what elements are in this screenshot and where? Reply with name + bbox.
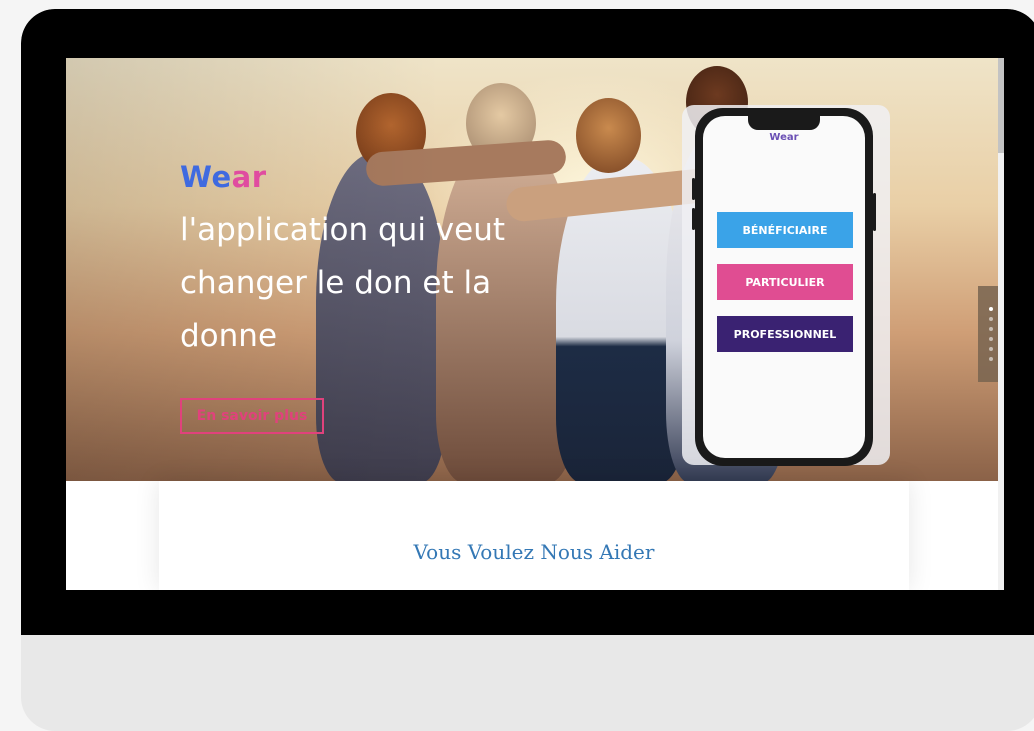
brand-part-we: We xyxy=(180,160,232,194)
particulier-button[interactable]: PARTICULIER xyxy=(717,264,853,300)
professionnel-button[interactable]: PROFESSIONNEL xyxy=(717,316,853,352)
hero-tagline: l'application qui veut changer le don et… xyxy=(180,212,506,354)
phone-volume-down xyxy=(692,208,695,230)
beneficiaire-button[interactable]: BÉNÉFICIAIRE xyxy=(717,212,853,248)
phone-brand: Wear xyxy=(769,132,799,143)
scrollbar-thumb[interactable] xyxy=(998,58,1004,153)
hero-banner: Wear l'application qui veut changer le d… xyxy=(66,58,1004,481)
slide-dot[interactable] xyxy=(989,307,993,311)
phone-notch xyxy=(748,116,820,130)
phone-screen: Wear BÉNÉFICIAIRE PARTICULIER PROFESSION… xyxy=(703,116,865,458)
slide-dot[interactable] xyxy=(989,357,993,361)
scrollbar[interactable] xyxy=(998,58,1004,590)
phone-volume-up xyxy=(692,178,695,200)
monitor-frame: Wear l'application qui veut changer le d… xyxy=(21,9,1034,731)
slide-dot[interactable] xyxy=(989,327,993,331)
brand-part-ar: ar xyxy=(231,160,267,194)
slide-dot[interactable] xyxy=(989,317,993,321)
slide-dot[interactable] xyxy=(989,337,993,341)
hero-text: Wear l'application qui veut changer le d… xyxy=(180,160,520,363)
help-section-card: Vous Voulez Nous Aider xyxy=(159,481,909,590)
phone-power-button xyxy=(873,193,876,231)
section-title: Vous Voulez Nous Aider xyxy=(413,540,655,564)
slide-dot[interactable] xyxy=(989,347,993,351)
brand-logo: Wear xyxy=(180,160,520,194)
learn-more-button[interactable]: En savoir plus xyxy=(180,398,324,434)
phone-mockup: Wear BÉNÉFICIAIRE PARTICULIER PROFESSION… xyxy=(692,108,876,466)
browser-screen: Wear l'application qui veut changer le d… xyxy=(66,58,1004,590)
